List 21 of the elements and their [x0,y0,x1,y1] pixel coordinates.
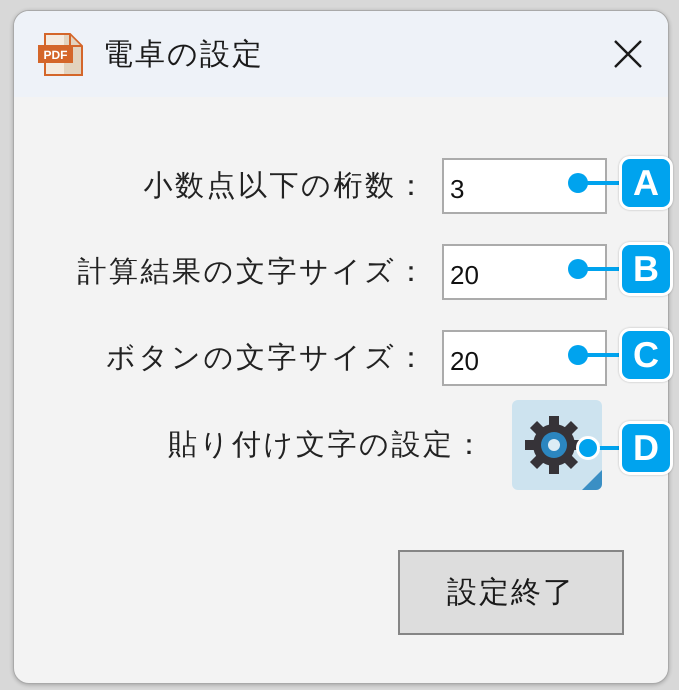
window-title: 電卓の設定 [103,36,265,72]
input-field[interactable]: 3 [442,158,607,214]
setting-label: 計算結果の文字サイズ： [78,255,428,290]
settings-button[interactable] [512,400,602,490]
setting-label: 小数点以下の桁数： [144,169,428,204]
setting-label: 貼り付け文字の設定： [168,428,486,463]
setting-label: ボタンの文字サイズ： [106,341,428,376]
leader-line [565,170,621,196]
finish-button[interactable]: 設定終了 [398,550,624,635]
close-icon [614,40,642,68]
corner-triangle-icon [582,470,602,490]
leader-line [565,256,621,282]
callout-badge: C [619,328,673,382]
callout-badge: A [619,156,673,210]
callout-badge: D [619,421,673,475]
input-field[interactable]: 20 [442,244,607,300]
leader-line [575,435,621,461]
callout-badge: B [619,242,673,296]
close-button[interactable] [614,40,642,68]
input-field[interactable]: 20 [442,330,607,386]
leader-line [565,342,621,368]
